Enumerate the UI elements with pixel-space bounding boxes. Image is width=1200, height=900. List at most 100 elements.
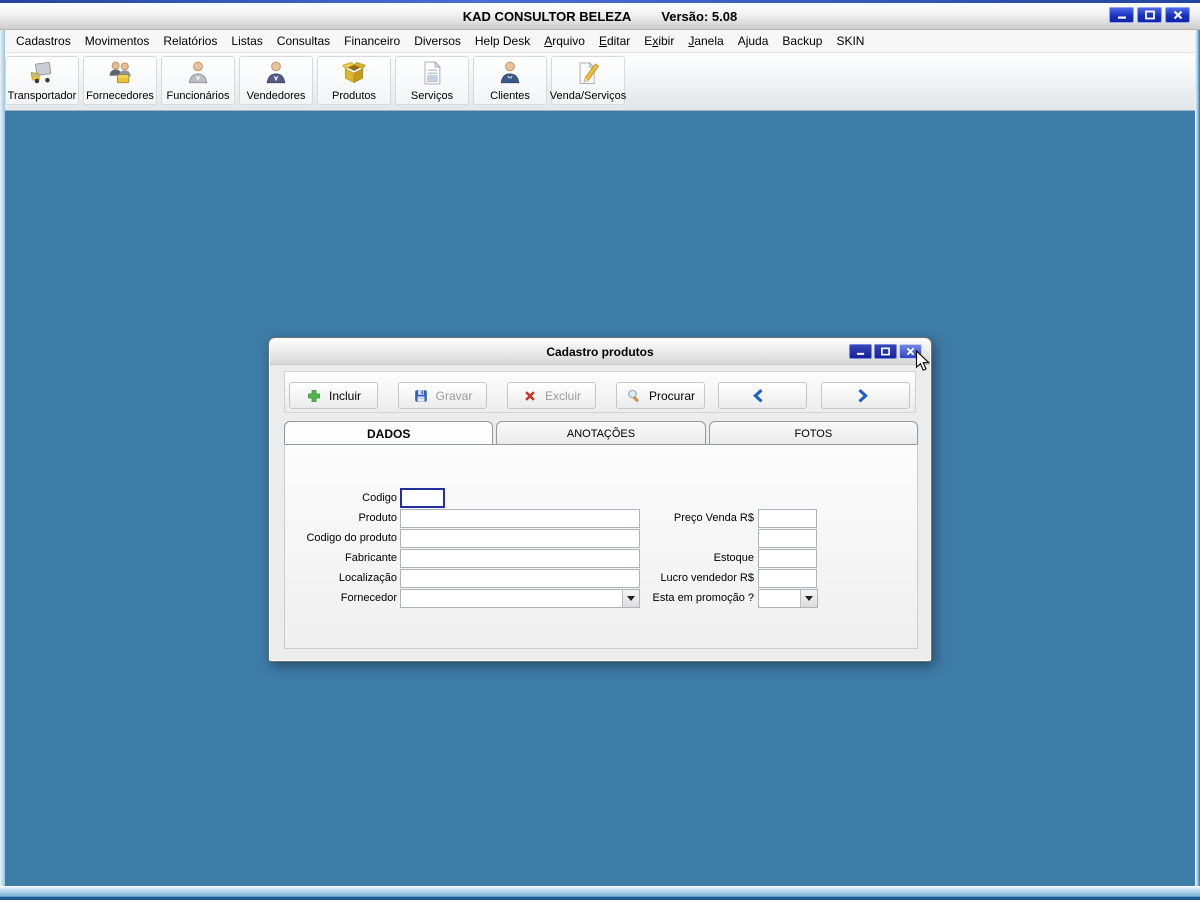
- gravar-label: Gravar: [435, 388, 473, 403]
- dialog-title: Cadastro produtos: [546, 344, 654, 359]
- menubar: Cadastros Movimentos Relatórios Listas C…: [1, 30, 1199, 53]
- localizacao-input[interactable]: [400, 569, 640, 588]
- next-record-button[interactable]: [821, 382, 910, 409]
- maximize-icon: [1144, 10, 1155, 20]
- toolbar-button-transportador[interactable]: Transportador: [5, 56, 79, 105]
- app-version: Versão: 5.08: [661, 8, 738, 24]
- tab-fotos[interactable]: FOTOS: [708, 421, 918, 445]
- search-icon: [628, 389, 639, 402]
- close-button[interactable]: [1165, 7, 1190, 23]
- menu-item-movimentos[interactable]: Movimentos: [78, 31, 157, 51]
- fabricante-input[interactable]: [400, 549, 640, 568]
- box-icon: [342, 62, 366, 84]
- incluir-button[interactable]: Incluir: [289, 382, 378, 409]
- toolbar-button-servicos[interactable]: Serviços: [395, 56, 469, 105]
- menu-item-janela[interactable]: Janela: [681, 31, 730, 51]
- previous-record-button[interactable]: [718, 382, 807, 409]
- client-icon: [500, 61, 520, 84]
- main-toolbar: Transportador Fornecedores Funcionários: [1, 53, 1199, 111]
- preco-venda-input[interactable]: [758, 509, 817, 528]
- toolbar-button-venda-servicos[interactable]: Venda/Serviços: [549, 56, 627, 105]
- menu-item-exibir[interactable]: Exibir: [637, 31, 681, 51]
- window-bottom-border: [0, 886, 1200, 900]
- produto-label: Produto: [358, 512, 397, 524]
- add-icon: [308, 389, 320, 402]
- gravar-button[interactable]: Gravar: [398, 382, 487, 409]
- cadastro-produtos-dialog: Cadastro produtos Incluir Gravar Excluir…: [268, 337, 932, 662]
- toolbar-button-fornecedores[interactable]: Fornecedores: [83, 56, 157, 105]
- fabricante-label: Fabricante: [345, 552, 397, 564]
- toolbar-button-vendedores[interactable]: Vendedores: [239, 56, 313, 105]
- maximize-icon: [881, 347, 890, 356]
- mouse-cursor: [915, 350, 931, 371]
- save-icon: [414, 389, 427, 402]
- lucro-vendedor-input[interactable]: [758, 569, 817, 588]
- menu-item-listas[interactable]: Listas: [224, 31, 269, 51]
- toolbar-button-clientes[interactable]: Clientes: [473, 56, 547, 105]
- menu-item-relatorios[interactable]: Relatórios: [156, 31, 224, 51]
- chevron-right-icon: [858, 388, 868, 402]
- toolbar-button-label: Serviços: [410, 90, 454, 102]
- minimize-icon: [856, 352, 865, 355]
- estoque-input[interactable]: [758, 549, 817, 568]
- menu-item-diversos[interactable]: Diversos: [407, 31, 468, 51]
- codigo-input[interactable]: [400, 488, 445, 508]
- dialog-maximize-button[interactable]: [874, 344, 897, 359]
- fornecedor-select[interactable]: [400, 589, 640, 608]
- window-titlebar[interactable]: KAD CONSULTOR BELEZA Versão: 5.08: [0, 3, 1200, 30]
- dialog-tabs: DADOS ANOTAÇÕES FOTOS: [284, 421, 918, 445]
- procurar-label: Procurar: [648, 388, 695, 403]
- lucro-vendedor-label: Lucro vendedor R$: [660, 572, 754, 584]
- truck-icon: [30, 61, 52, 84]
- toolbar-button-label: Transportador: [7, 90, 77, 102]
- dialog-titlebar[interactable]: Cadastro produtos: [270, 339, 930, 365]
- menu-item-arquivo[interactable]: Arquivo: [537, 31, 592, 51]
- minimize-button[interactable]: [1109, 7, 1134, 23]
- toolbar-button-label: Fornecedores: [86, 90, 154, 102]
- sale-note-icon: [579, 61, 599, 84]
- tab-dados[interactable]: DADOS: [284, 421, 494, 445]
- procurar-button[interactable]: Procurar: [616, 382, 705, 409]
- window-title: KAD CONSULTOR BELEZA Versão: 5.08: [463, 9, 737, 24]
- menu-item-skin[interactable]: SKIN: [829, 31, 871, 51]
- excluir-button[interactable]: Excluir: [507, 382, 596, 409]
- codigo-label: Codigo: [362, 492, 397, 504]
- window-right-border: [1195, 30, 1200, 886]
- menu-item-cadastros[interactable]: Cadastros: [9, 31, 78, 51]
- document-icon: [424, 61, 441, 85]
- chevron-left-icon: [753, 388, 763, 402]
- toolbar-button-funcionarios[interactable]: Funcionários: [161, 56, 235, 105]
- window-controls: [1109, 7, 1190, 23]
- estoque-label: Estoque: [713, 552, 754, 564]
- minimize-icon: [1117, 16, 1126, 19]
- tab-anotacoes[interactable]: ANOTAÇÕES: [496, 421, 706, 445]
- esta-em-promocao-select[interactable]: [758, 589, 818, 608]
- toolbar-button-produtos[interactable]: Produtos: [317, 56, 391, 105]
- localizacao-label: Localização: [338, 572, 397, 584]
- codigo-do-produto-label: Codigo do produto: [306, 532, 397, 544]
- menu-item-consultas[interactable]: Consultas: [270, 31, 337, 51]
- menu-item-financeiro[interactable]: Financeiro: [337, 31, 407, 51]
- delete-icon: [525, 390, 535, 401]
- excluir-label: Excluir: [544, 388, 581, 403]
- menu-item-helpdesk[interactable]: Help Desk: [468, 31, 537, 51]
- toolbar-button-label: Funcionários: [166, 90, 230, 102]
- dialog-minimize-button[interactable]: [849, 344, 872, 359]
- menu-item-editar[interactable]: Editar: [592, 31, 637, 51]
- salesperson-icon: [266, 61, 286, 84]
- close-icon: [1173, 10, 1182, 20]
- app-title: KAD CONSULTOR BELEZA: [462, 8, 632, 24]
- incluir-label: Incluir: [328, 388, 361, 403]
- toolbar-button-label: Venda/Serviços: [549, 90, 627, 102]
- preco-venda-label: Preço Venda R$: [673, 512, 754, 524]
- unlabeled-input[interactable]: [758, 529, 817, 548]
- fornecedor-label: Fornecedor: [340, 592, 397, 604]
- produto-input[interactable]: [400, 509, 640, 528]
- menu-item-ajuda[interactable]: Ajuda: [731, 31, 776, 51]
- menu-item-backup[interactable]: Backup: [775, 31, 829, 51]
- employee-icon: [188, 61, 208, 84]
- maximize-button[interactable]: [1137, 7, 1162, 23]
- dropdown-arrow-icon[interactable]: [800, 590, 817, 607]
- toolbar-button-label: Vendedores: [246, 90, 306, 102]
- codigo-do-produto-input[interactable]: [400, 529, 640, 548]
